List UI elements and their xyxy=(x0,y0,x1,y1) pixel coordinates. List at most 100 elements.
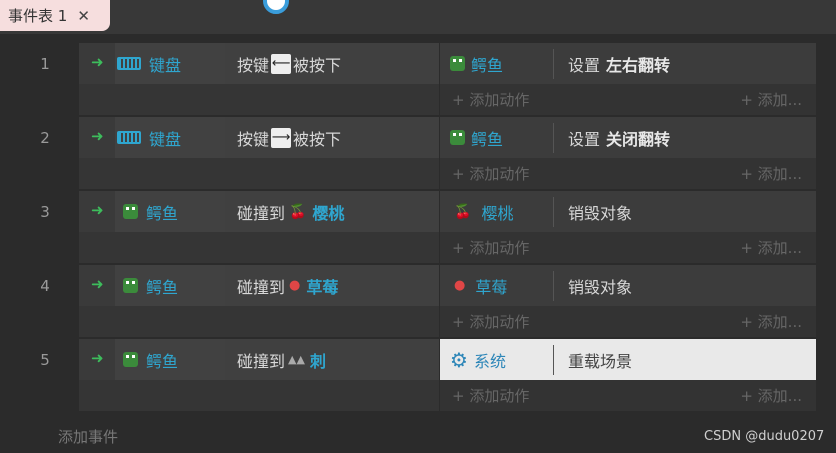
condition-object[interactable]: 鳄鱼 xyxy=(115,191,225,232)
action-object-label: 系统 xyxy=(473,351,506,371)
trigger-arrow-icon: ➜ xyxy=(91,53,104,71)
left-arrow-key-icon: ⟵ xyxy=(271,53,292,74)
action-param: 左右翻转 xyxy=(606,55,671,75)
add-more-button[interactable]: + 添加... xyxy=(740,163,802,184)
action-block: ⚙ 系统 重载场景 + 添加动作 + 添加... xyxy=(440,339,816,411)
condition-prefix: 碰撞到 xyxy=(237,277,286,297)
event-sheet: 1 ➜ 键盘 按键 ⟵ 被按下 鳄鱼 设置 左右翻转 + 添加动作 + 添加..… xyxy=(0,34,836,453)
condition-footer xyxy=(79,232,439,263)
condition-footer xyxy=(79,84,439,115)
action-line[interactable]: 🍒 樱桃 销毁对象 xyxy=(440,191,816,232)
gear-icon: ⚙ xyxy=(450,347,468,372)
action-object-label: 鳄鱼 xyxy=(471,129,504,149)
tab-event-sheet[interactable]: 事件表 1 ✕ xyxy=(0,0,110,31)
condition-object[interactable]: 鳄鱼 xyxy=(115,265,225,306)
trigger-arrow-icon: ➜ xyxy=(91,201,104,219)
add-more-button[interactable]: + 添加... xyxy=(740,237,802,258)
action-object-label: 草莓 xyxy=(475,277,508,297)
condition-suffix: 被按下 xyxy=(293,129,342,149)
condition-block[interactable]: ➜ 键盘 按键 ⟵ 被按下 xyxy=(79,43,439,115)
keyboard-icon xyxy=(117,57,141,70)
add-action-button[interactable]: + 添加动作 xyxy=(452,163,529,184)
crocodile-icon xyxy=(123,278,138,293)
condition-text[interactable]: 按键 ⟶ 被按下 xyxy=(225,117,439,158)
condition-text[interactable]: 碰撞到 ▲▲ 刺 xyxy=(225,339,439,380)
condition-object[interactable]: 鳄鱼 xyxy=(115,339,225,380)
keyboard-icon xyxy=(117,131,141,144)
condition-text[interactable]: 按键 ⟵ 被按下 xyxy=(225,43,439,84)
divider xyxy=(553,271,554,301)
right-arrow-key-icon: ⟶ xyxy=(271,127,292,148)
divider xyxy=(553,197,554,227)
condition-text[interactable]: 碰撞到 🍒 樱桃 xyxy=(225,191,439,232)
action-line[interactable]: ● 草莓 销毁对象 xyxy=(440,265,816,306)
action-line[interactable]: 鳄鱼 设置 关闭翻转 xyxy=(440,117,816,158)
action-text: 设置 xyxy=(568,129,601,149)
action-block: 🍒 樱桃 销毁对象 + 添加动作 + 添加... xyxy=(440,191,816,263)
action-object-label: 鳄鱼 xyxy=(471,55,504,75)
crocodile-icon xyxy=(450,130,465,145)
action-block: 鳄鱼 设置 关闭翻转 + 添加动作 + 添加... xyxy=(440,117,816,189)
action-line[interactable]: 鳄鱼 设置 左右翻转 xyxy=(440,43,816,84)
condition-block[interactable]: ➜ 鳄鱼 碰撞到 ● 草莓 xyxy=(79,265,439,337)
event-number: 5 xyxy=(40,351,50,369)
condition-prefix: 碰撞到 xyxy=(237,203,286,223)
condition-target: 草莓 xyxy=(306,277,339,297)
event-row: 3 ➜ 鳄鱼 碰撞到 🍒 樱桃 🍒 樱桃 销毁对象 + 添加动作 + 添加... xyxy=(0,191,836,263)
trigger-arrow-icon: ➜ xyxy=(91,349,104,367)
add-action-button[interactable]: + 添加动作 xyxy=(452,237,529,258)
event-row: 1 ➜ 键盘 按键 ⟵ 被按下 鳄鱼 设置 左右翻转 + 添加动作 + 添加..… xyxy=(0,43,836,115)
add-action-button[interactable]: + 添加动作 xyxy=(452,385,529,406)
action-text: 销毁对象 xyxy=(568,203,633,223)
action-text: 销毁对象 xyxy=(568,277,633,297)
condition-suffix: 被按下 xyxy=(293,55,342,75)
condition-object-label: 键盘 xyxy=(149,129,182,149)
watermark: CSDN @dudu0207 xyxy=(704,429,825,444)
event-number: 2 xyxy=(40,129,50,147)
add-action-button[interactable]: + 添加动作 xyxy=(452,89,529,110)
close-icon[interactable]: ✕ xyxy=(77,7,90,25)
condition-prefix: 按键 xyxy=(237,129,270,149)
crocodile-icon xyxy=(123,204,138,219)
trigger-arrow-icon: ➜ xyxy=(91,127,104,145)
condition-block[interactable]: ➜ 鳄鱼 碰撞到 🍒 樱桃 xyxy=(79,191,439,263)
condition-object-label: 鳄鱼 xyxy=(146,277,179,297)
condition-footer xyxy=(79,158,439,189)
cherry-icon: 🍒 xyxy=(289,203,307,220)
add-action-button[interactable]: + 添加动作 xyxy=(452,311,529,332)
loading-spinner-icon xyxy=(263,0,289,14)
condition-block[interactable]: ➜ 键盘 按键 ⟶ 被按下 xyxy=(79,117,439,189)
condition-prefix: 按键 xyxy=(237,55,270,75)
add-more-button[interactable]: + 添加... xyxy=(740,311,802,332)
condition-block[interactable]: ➜ 鳄鱼 碰撞到 ▲▲ 刺 xyxy=(79,339,439,411)
add-more-button[interactable]: + 添加... xyxy=(740,385,802,406)
crocodile-icon xyxy=(450,56,465,71)
spike-icon: ▲▲ xyxy=(288,353,305,366)
add-event-button[interactable]: 添加事件 xyxy=(58,426,118,447)
condition-target: 樱桃 xyxy=(312,203,345,223)
action-line-selected[interactable]: ⚙ 系统 重载场景 xyxy=(440,339,816,380)
strawberry-icon: ● xyxy=(289,278,301,293)
action-text: 设置 xyxy=(568,55,601,75)
cherry-icon: 🍒 xyxy=(454,203,472,220)
crocodile-icon xyxy=(123,352,138,367)
event-number: 3 xyxy=(40,203,50,221)
condition-object[interactable]: 键盘 xyxy=(115,117,225,158)
event-row: 4 ➜ 鳄鱼 碰撞到 ● 草莓 ● 草莓 销毁对象 + 添加动作 + 添加... xyxy=(0,265,836,337)
condition-target: 刺 xyxy=(309,351,326,371)
strawberry-icon: ● xyxy=(454,278,466,293)
trigger-arrow-icon: ➜ xyxy=(91,275,104,293)
top-bar: 事件表 1 ✕ xyxy=(0,0,836,34)
divider xyxy=(553,49,554,79)
action-object-label: 樱桃 xyxy=(481,203,514,223)
condition-object-label: 鳄鱼 xyxy=(146,351,179,371)
event-number: 4 xyxy=(40,277,50,295)
event-row: 5 ➜ 鳄鱼 碰撞到 ▲▲ 刺 ⚙ 系统 重载场景 + 添加动作 + 添加... xyxy=(0,339,836,411)
condition-object-label: 键盘 xyxy=(149,55,182,75)
action-block: 鳄鱼 设置 左右翻转 + 添加动作 + 添加... xyxy=(440,43,816,115)
condition-text[interactable]: 碰撞到 ● 草莓 xyxy=(225,265,439,306)
condition-object[interactable]: 键盘 xyxy=(115,43,225,84)
add-more-button[interactable]: + 添加... xyxy=(740,89,802,110)
condition-object-label: 鳄鱼 xyxy=(146,203,179,223)
action-param: 关闭翻转 xyxy=(606,129,671,149)
